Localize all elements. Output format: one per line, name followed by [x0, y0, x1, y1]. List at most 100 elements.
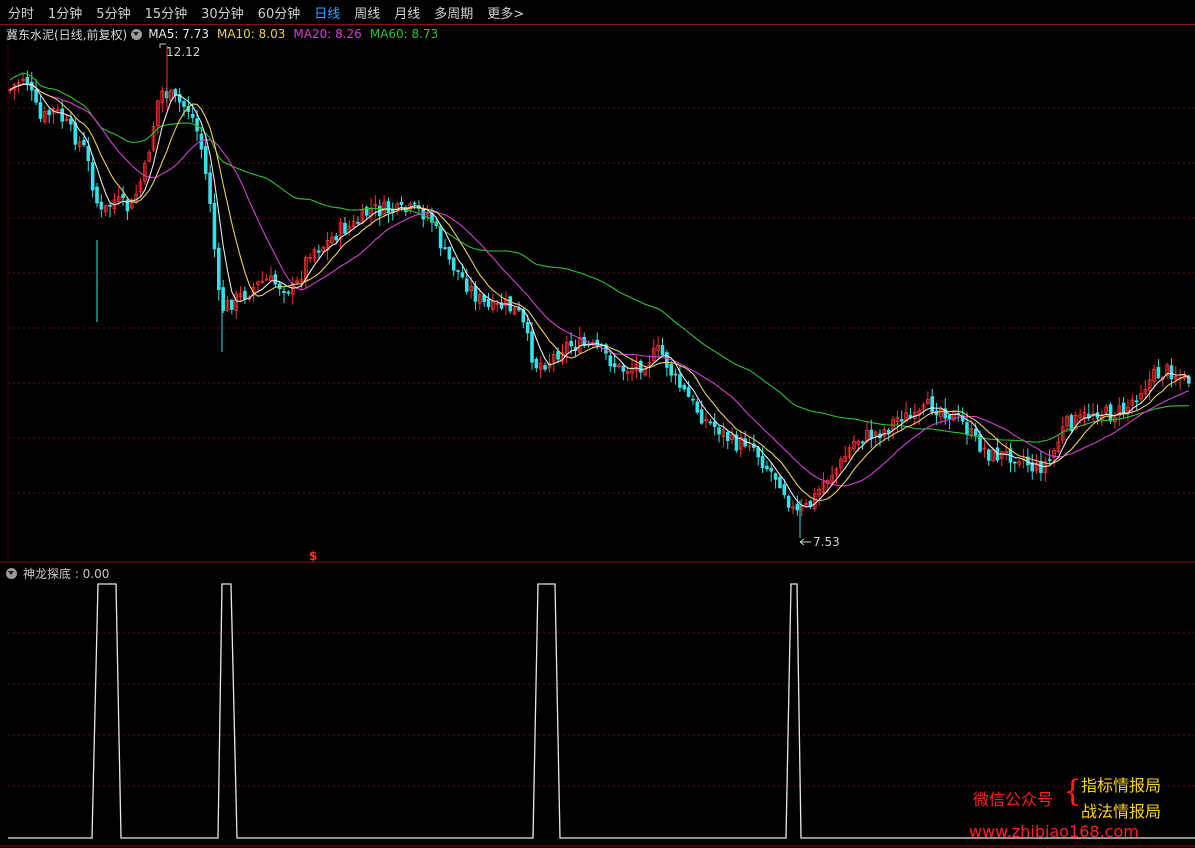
ma5-line — [9, 83, 1190, 508]
candle-body — [869, 429, 874, 439]
candle-body — [182, 101, 186, 107]
candle-body — [530, 331, 534, 363]
candle-body — [517, 308, 521, 311]
candle-body — [230, 299, 234, 310]
candle-body — [899, 419, 904, 422]
candle-body — [1047, 458, 1052, 461]
candle-body — [216, 247, 221, 291]
watermark: 微信公众号 { 指标情报局 战法情报局 www.zhibiao168.com — [965, 772, 1185, 844]
candle-body — [273, 274, 278, 285]
candle-body — [673, 373, 678, 376]
candle-body — [860, 441, 865, 444]
high-price-label: 12.12 — [166, 45, 200, 59]
candle-body — [438, 226, 443, 249]
candle-body — [190, 113, 195, 118]
candle-body — [986, 449, 991, 461]
kline-chart[interactable]: 12.12 7.53 $ — [0, 0, 1195, 848]
low-price-arrow — [799, 538, 811, 546]
candle-body — [1039, 460, 1043, 473]
candle-body — [386, 201, 391, 213]
candle-body — [773, 473, 778, 480]
watermark-brace: { — [1063, 774, 1083, 809]
candle-body — [356, 221, 360, 224]
moving-average-lines — [9, 72, 1190, 508]
candle-body — [173, 88, 178, 96]
candle-body — [282, 290, 286, 293]
candle-body — [334, 235, 339, 241]
candle-body — [464, 278, 469, 292]
candle-body — [38, 102, 43, 119]
candle-body — [686, 387, 691, 397]
candle-body — [947, 414, 952, 420]
candle-body — [47, 110, 51, 116]
candle-body — [717, 427, 721, 435]
chevron-down-icon[interactable] — [6, 567, 17, 579]
candle-body — [973, 428, 978, 436]
watermark-url: www.zhibiao168.com — [969, 822, 1139, 841]
candle-body — [886, 429, 891, 433]
candle-body — [682, 384, 687, 390]
candle-body — [965, 422, 969, 435]
candle-body — [60, 108, 64, 122]
candle-body — [451, 257, 456, 271]
candle-body — [1108, 404, 1113, 422]
candle-body — [525, 322, 530, 334]
candle-body — [99, 201, 104, 210]
candle-body — [1156, 366, 1161, 379]
ma20-line — [9, 83, 1190, 487]
candle-body — [212, 202, 217, 250]
candle-body — [569, 340, 573, 347]
candle-body — [86, 146, 91, 162]
candle-body — [795, 503, 800, 511]
candle-body — [621, 365, 626, 372]
candle-body — [317, 250, 321, 253]
candle-body — [82, 139, 86, 146]
candle-body — [456, 270, 460, 272]
candle-body — [708, 421, 713, 424]
candle-body — [660, 345, 665, 355]
candle-body — [778, 477, 782, 488]
candle-body — [638, 360, 643, 373]
candle-body — [699, 409, 704, 424]
candle-body — [508, 296, 513, 312]
candle-body — [399, 201, 404, 206]
candle-body — [460, 272, 465, 278]
chart-grid — [7, 44, 1195, 562]
candle-body — [608, 355, 613, 367]
candle-body — [786, 495, 791, 508]
candle-body — [486, 298, 491, 307]
candle-body — [712, 421, 717, 428]
candle-body — [195, 118, 199, 132]
candle-body — [691, 398, 695, 401]
candle-body — [756, 447, 760, 458]
candle-body — [760, 455, 765, 469]
candle-body — [286, 291, 291, 294]
watermark-name2: 战法情报局 — [1081, 802, 1162, 821]
candle-body — [543, 365, 547, 370]
candle-body — [765, 465, 769, 470]
candle-body — [769, 467, 774, 472]
candle-body — [930, 396, 934, 413]
low-price-label: 7.53 — [813, 535, 840, 549]
candle-body — [1121, 402, 1126, 414]
candle-body — [725, 431, 730, 441]
candle-body — [343, 222, 347, 234]
candle-body — [1013, 461, 1017, 464]
candle-body — [1169, 365, 1174, 380]
candle-body — [1134, 400, 1139, 403]
candle-body — [73, 122, 78, 145]
watermark-wechat: 微信公众号 — [973, 790, 1054, 809]
candle-body — [473, 285, 478, 302]
candle-body — [695, 401, 700, 413]
candle-body — [203, 146, 208, 174]
sub-chart-info: 神龙探底 : 0.00 — [0, 564, 109, 582]
candle-body — [612, 363, 617, 368]
candle-body — [665, 352, 669, 368]
candle-body — [447, 246, 452, 260]
candle-body — [95, 186, 99, 204]
sub-chart-grid — [8, 632, 1195, 787]
ma60-line — [9, 72, 1189, 443]
candle-body — [412, 202, 417, 205]
candle-body — [108, 204, 112, 207]
candle-body — [208, 172, 212, 204]
